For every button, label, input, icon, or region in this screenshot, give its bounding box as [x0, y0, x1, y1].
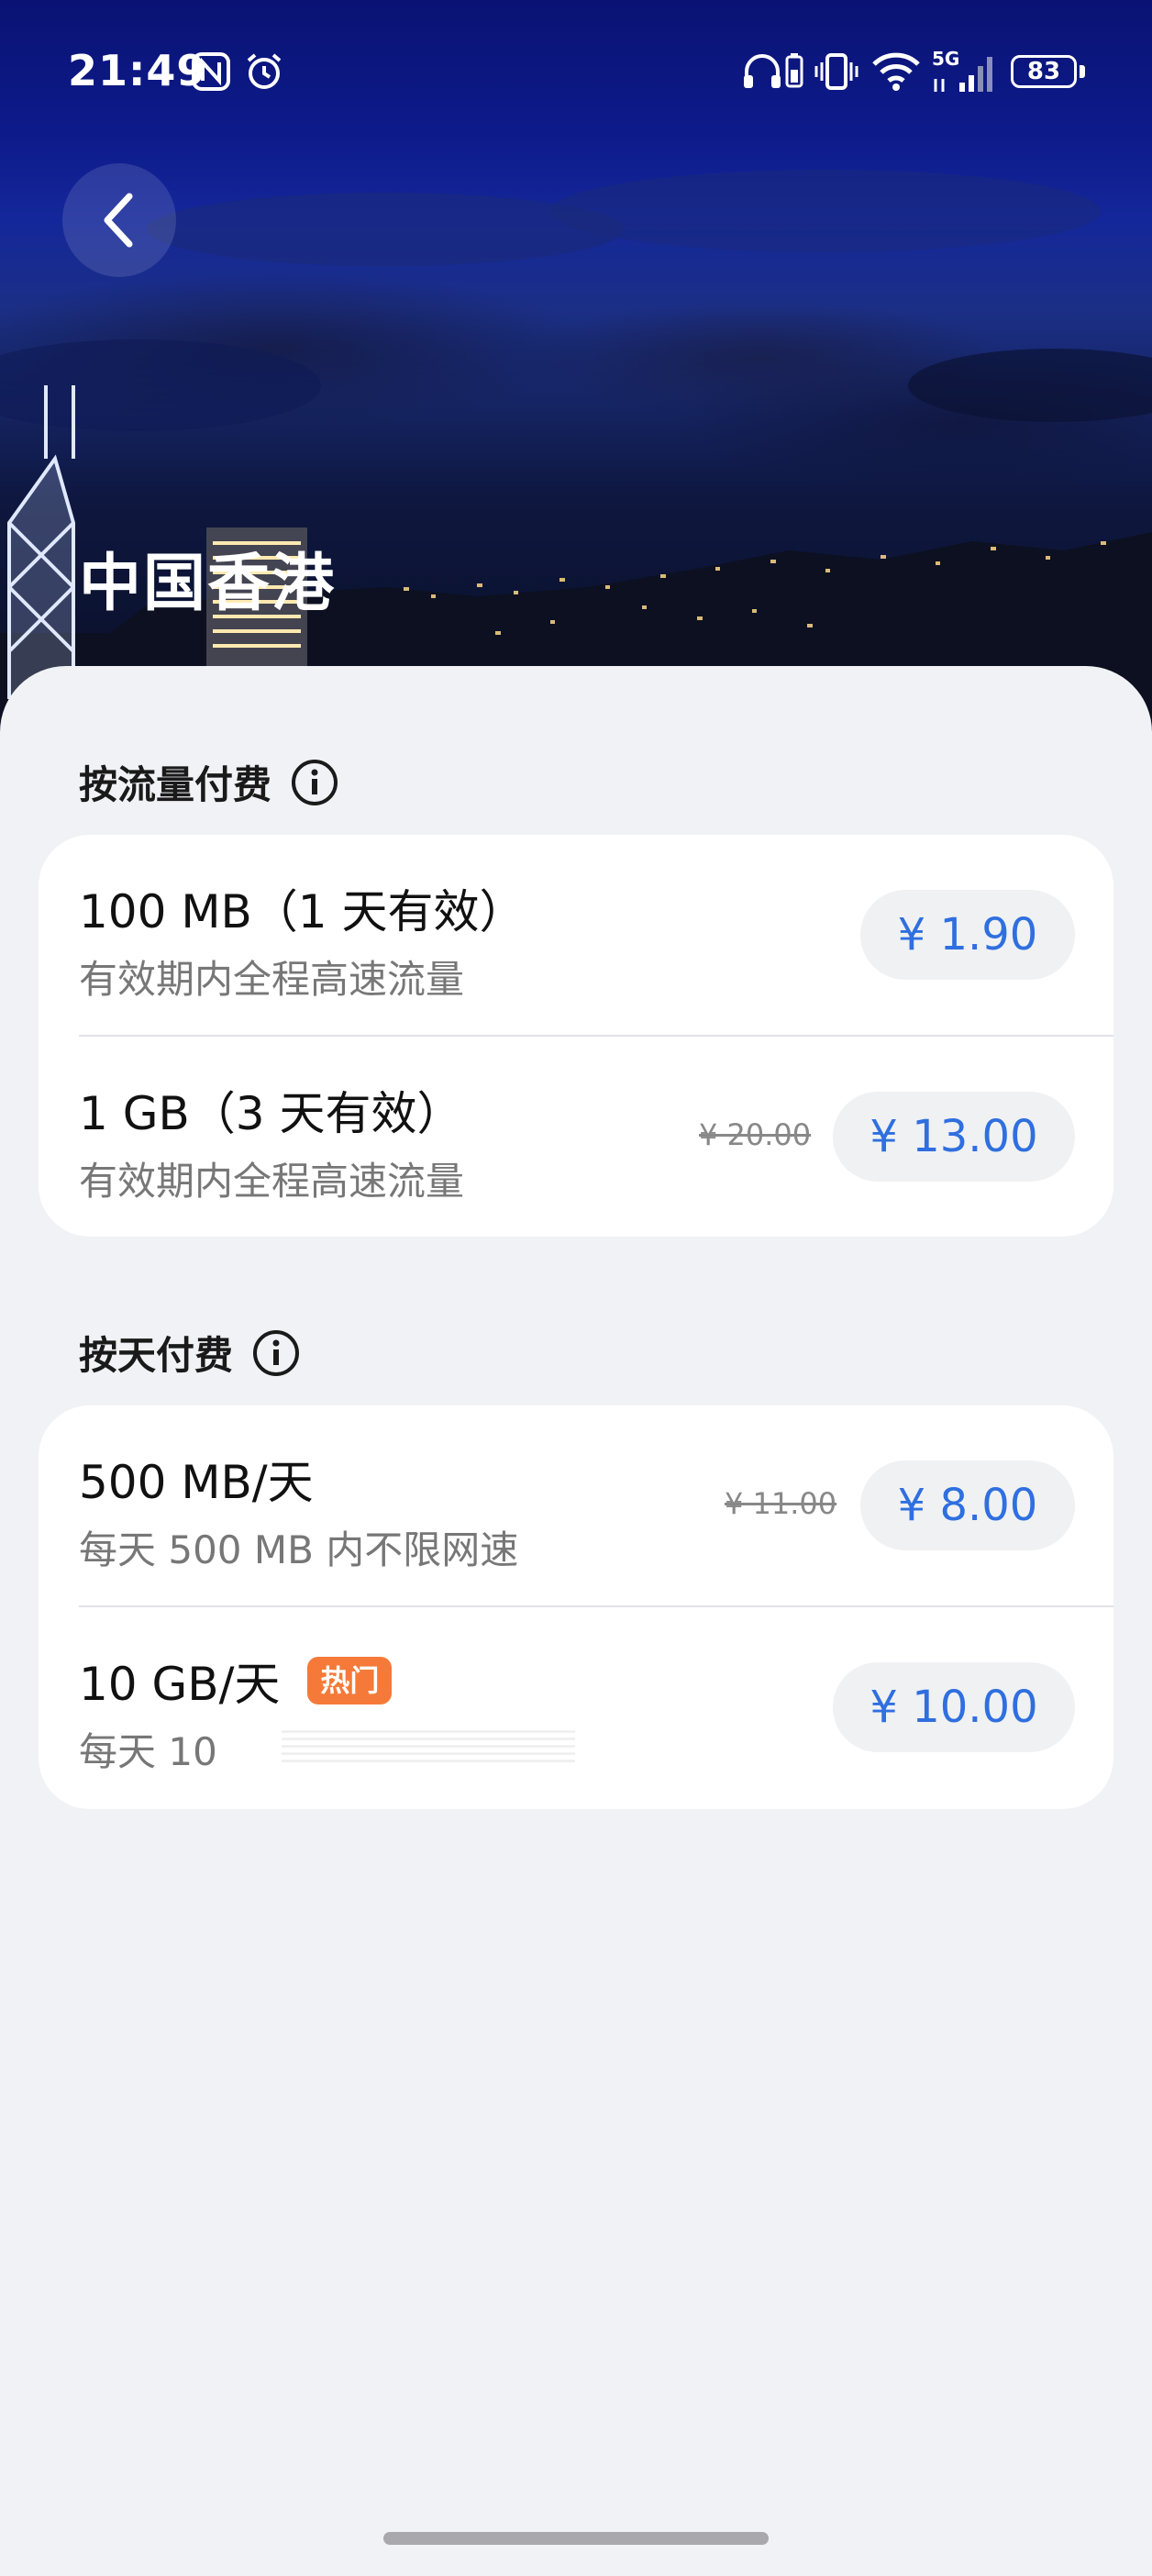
plan-card-by-data: 100 MB（1 天有效） 有效期内全程高速流量 ¥ 1.90 1 GB（3 天… [39, 835, 1113, 1237]
section-title-label: 按天付费 [79, 1333, 234, 1378]
price-button[interactable]: ¥ 8.00 [860, 1460, 1075, 1550]
plan-subtitle: 每天 500 MB 内不限网速 [79, 1527, 519, 1572]
original-price: ¥ 20.00 [699, 1117, 812, 1152]
hot-badge: 热门 [307, 1657, 393, 1704]
plan-title: 10 GB/天 [79, 1658, 281, 1711]
plan-subtitle: 有效期内全程高速流量 [79, 957, 465, 1002]
price-button[interactable]: ¥ 1.90 [860, 890, 1075, 980]
plan-card-by-day: 500 MB/天 每天 500 MB 内不限网速 ¥ 11.00 ¥ 8.00 … [39, 1405, 1113, 1809]
section-title-label: 按流量付费 [79, 762, 272, 807]
price-button[interactable]: ¥ 13.00 [833, 1092, 1075, 1182]
plan-row[interactable]: 500 MB/天 每天 500 MB 内不限网速 ¥ 11.00 ¥ 8.00 [39, 1405, 1113, 1607]
plan-title: 500 MB/天 [79, 1456, 314, 1509]
original-price: ¥ 11.00 [725, 1486, 837, 1521]
vibrate-icon [814, 53, 858, 90]
nfc-icon [192, 52, 230, 91]
status-bar: 21:49 5G 83 [0, 0, 1152, 147]
redacted-text-blur [282, 1727, 575, 1763]
info-icon[interactable] [251, 1328, 301, 1378]
signal-icon [934, 57, 992, 92]
battery-tip [1080, 65, 1085, 78]
plan-title: 1 GB（3 天有效） [79, 1087, 463, 1140]
status-time: 21:49 [68, 46, 207, 95]
headphones-icon [744, 54, 781, 88]
alarm-icon [247, 53, 282, 89]
section-title-by-day: 按天付费 [79, 1325, 301, 1381]
battery-saver-icon [785, 53, 803, 88]
section-title-by-data: 按流量付费 [79, 754, 339, 810]
page-title: 中国香港 [79, 548, 337, 620]
wifi-icon [872, 52, 920, 91]
price-button[interactable]: ¥ 10.00 [833, 1662, 1075, 1752]
battery-level: 83 [1011, 55, 1077, 88]
plan-row[interactable]: 1 GB（3 天有效） 有效期内全程高速流量 ¥ 20.00 ¥ 13.00 [39, 1037, 1113, 1237]
chevron-left-icon [104, 193, 133, 248]
plan-subtitle: 有效期内全程高速流量 [79, 1159, 465, 1204]
plan-row[interactable]: 100 MB（1 天有效） 有效期内全程高速流量 ¥ 1.90 [39, 835, 1113, 1037]
plan-title: 100 MB（1 天有效） [79, 885, 526, 938]
plan-row[interactable]: 10 GB/天 热门 每天 10 ¥ 10.00 [39, 1607, 1113, 1809]
plan-subtitle: 每天 10 [79, 1729, 217, 1774]
back-button[interactable] [62, 163, 176, 277]
plan-title-with-badge: 10 GB/天 热门 [79, 1648, 393, 1714]
home-indicator[interactable] [383, 2532, 769, 2545]
info-icon[interactable] [290, 758, 339, 807]
